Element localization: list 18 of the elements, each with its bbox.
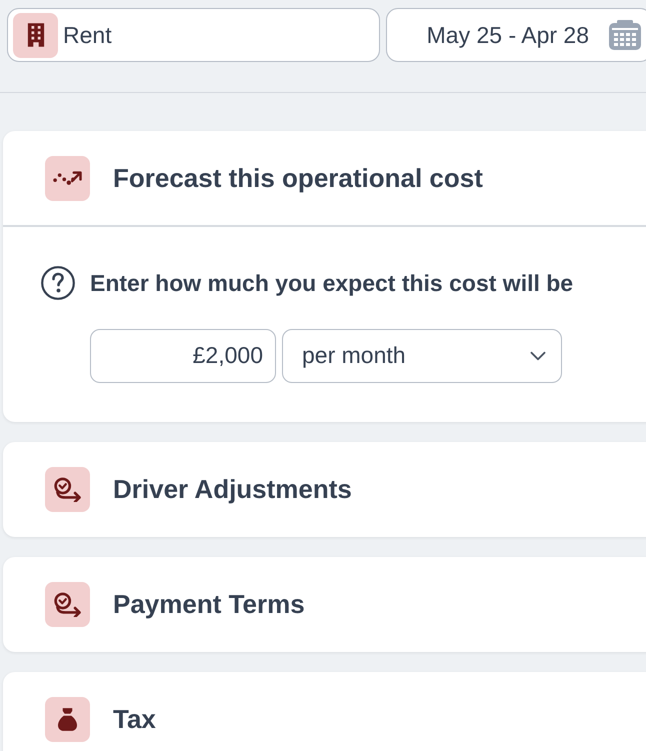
money-bag-icon [45, 696, 90, 742]
period-dropdown[interactable]: per month [282, 328, 562, 382]
section-header[interactable]: Driver Adjustments [3, 442, 646, 536]
date-range-text: May 25 - Apr 28 [426, 20, 589, 50]
section-title: Driver Adjustments [113, 472, 352, 506]
building-icon [13, 12, 58, 58]
section-title: Forecast this operational cost [113, 162, 483, 194]
section-title: Tax [113, 702, 156, 736]
amount-field[interactable]: £2,000 [90, 328, 276, 382]
category-label: Rent [63, 20, 112, 50]
section-header[interactable]: Forecast this operational cost [3, 131, 646, 227]
category-field[interactable]: Rent [7, 8, 380, 62]
section-header[interactable]: Payment Terms [3, 556, 646, 652]
prompt-text: Enter how much you expect this cost will be [90, 269, 574, 298]
section-title: Payment Terms [113, 588, 305, 620]
section-header[interactable]: Tax [3, 672, 646, 751]
date-range-field[interactable]: May 25 - Apr 28 [386, 8, 646, 62]
help-icon[interactable] [41, 266, 75, 300]
